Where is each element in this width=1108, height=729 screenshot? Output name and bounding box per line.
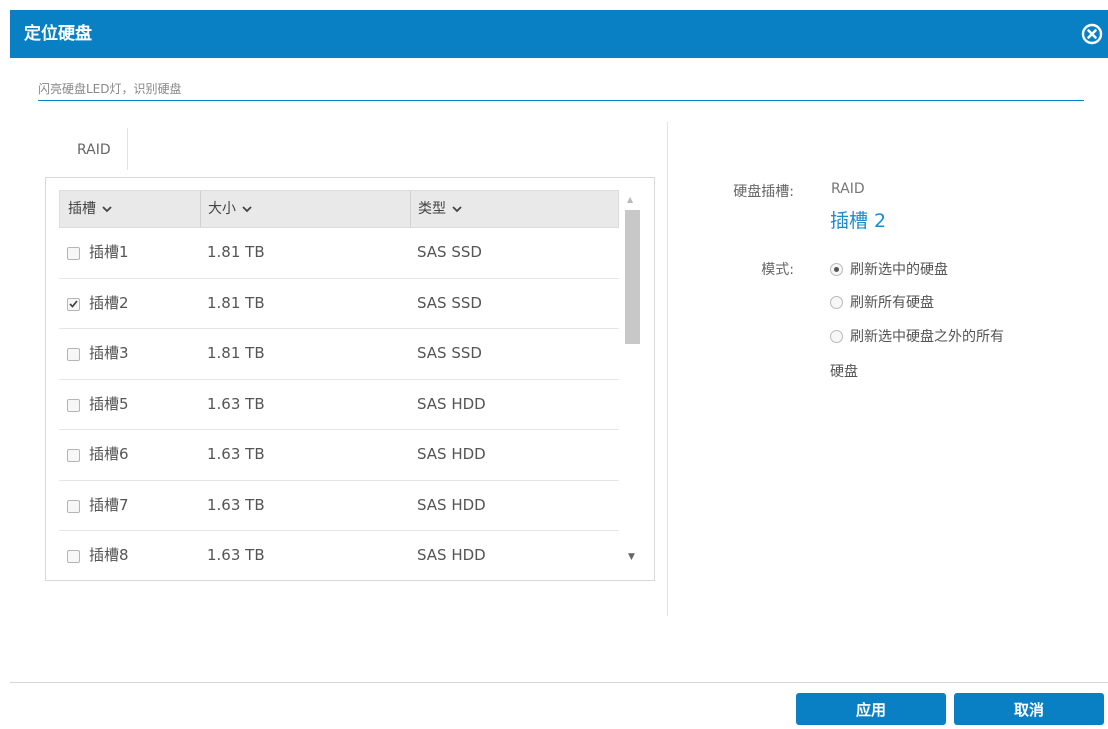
locate-disk-dialog: 定位硬盘 闪亮硬盘LED灯，识别硬盘 RAID 插槽 大小 类型 插槽1 1.8… <box>10 10 1108 729</box>
disk-slot-group: RAID <box>831 181 865 197</box>
table-row[interactable]: 插槽8 1.63 TB SAS HDD <box>59 531 619 578</box>
chevron-down-icon <box>242 205 252 212</box>
slot-cell: 插槽1 <box>89 243 129 261</box>
table-header: 插槽 大小 类型 <box>59 190 619 228</box>
size-cell: 1.63 TB <box>207 546 265 564</box>
radio-button[interactable] <box>830 329 843 343</box>
mode-option-others-wrap: 硬盘 <box>830 364 858 380</box>
footer-divider <box>10 682 1108 683</box>
table-row[interactable]: 插槽2 1.81 TB SAS SSD <box>59 279 619 329</box>
column-header-slot[interactable]: 插槽 <box>68 191 112 227</box>
type-cell: SAS SSD <box>417 293 482 312</box>
close-circle-icon <box>1081 23 1103 45</box>
mode-label: 模式: <box>761 262 794 278</box>
checkbox[interactable] <box>67 297 80 311</box>
apply-button[interactable]: 应用 <box>796 693 946 725</box>
radio-button[interactable] <box>830 262 843 276</box>
slot-cell: 插槽6 <box>89 445 129 463</box>
checkbox[interactable] <box>67 348 80 361</box>
disk-table: 插槽 大小 类型 插槽1 1.81 TB SAS SSD 插槽2 1.81 TB SAS … <box>45 177 655 581</box>
dialog-subtitle: 闪亮硬盘LED灯，识别硬盘 <box>38 82 182 96</box>
table-row[interactable]: 插槽3 1.81 TB SAS SSD <box>59 329 619 380</box>
type-cell: SAS HDD <box>417 394 486 413</box>
type-cell: SAS SSD <box>417 243 482 261</box>
scrollbar-thumb[interactable] <box>625 210 640 344</box>
size-cell: 1.63 TB <box>207 495 265 514</box>
size-cell: 1.81 TB <box>207 243 265 261</box>
size-cell: 1.63 TB <box>207 445 265 463</box>
disk-slot-value: 插槽 2 <box>830 210 887 232</box>
mode-option-selected[interactable]: 刷新选中的硬盘 <box>830 259 948 279</box>
header-separator <box>200 191 201 227</box>
close-button[interactable] <box>1080 22 1104 46</box>
type-cell: SAS HDD <box>417 445 486 463</box>
checkmark-icon <box>69 300 78 308</box>
slot-cell: 插槽5 <box>89 394 129 413</box>
checkbox[interactable] <box>67 449 80 462</box>
chevron-down-icon <box>102 205 112 212</box>
table-body: 插槽1 1.81 TB SAS SSD 插槽2 1.81 TB SAS SSD 插槽3 1.8… <box>59 228 619 578</box>
type-cell: SAS SSD <box>417 344 482 362</box>
table-row[interactable]: 插槽6 1.63 TB SAS HDD <box>59 430 619 481</box>
slot-cell: 插槽7 <box>89 495 129 514</box>
mode-option-others[interactable]: 刷新选中硬盘之外的所有 <box>830 326 1004 346</box>
checkbox[interactable] <box>67 550 80 563</box>
tab-raid-label: RAID <box>77 142 111 158</box>
header-separator <box>410 191 411 227</box>
mode-option-all[interactable]: 刷新所有硬盘 <box>830 292 934 312</box>
chevron-down-icon <box>452 205 462 212</box>
radio-button[interactable] <box>830 295 843 309</box>
column-header-size[interactable]: 大小 <box>208 191 252 227</box>
table-row[interactable]: 插槽5 1.63 TB SAS HDD <box>59 380 619 430</box>
scroll-up-arrow-icon[interactable]: ▲ <box>627 195 633 204</box>
size-cell: 1.63 TB <box>207 394 265 413</box>
size-cell: 1.81 TB <box>207 293 265 312</box>
disk-slot-label: 硬盘插槽: <box>733 184 794 200</box>
panel-divider <box>667 122 668 616</box>
cancel-button[interactable]: 取消 <box>954 693 1104 725</box>
type-cell: SAS HDD <box>417 495 486 514</box>
dialog-titlebar: 定位硬盘 <box>10 10 1108 58</box>
slot-cell: 插槽8 <box>89 546 129 564</box>
checkbox[interactable] <box>67 247 80 260</box>
slot-cell: 插槽3 <box>89 344 129 362</box>
tab-raid[interactable]: RAID <box>55 128 128 170</box>
subtitle-divider <box>38 100 1084 101</box>
checkbox[interactable] <box>67 398 80 412</box>
scrollbar[interactable]: ▲ ▼ <box>623 192 640 566</box>
table-row[interactable]: 插槽1 1.81 TB SAS SSD <box>59 228 619 279</box>
slot-cell: 插槽2 <box>89 293 129 312</box>
column-header-type[interactable]: 类型 <box>418 191 462 227</box>
dialog-title: 定位硬盘 <box>24 24 92 44</box>
type-cell: SAS HDD <box>417 546 486 564</box>
size-cell: 1.81 TB <box>207 344 265 362</box>
checkbox[interactable] <box>67 499 80 513</box>
table-row[interactable]: 插槽7 1.63 TB SAS HDD <box>59 481 619 531</box>
scroll-down-arrow-icon[interactable]: ▼ <box>628 552 635 562</box>
